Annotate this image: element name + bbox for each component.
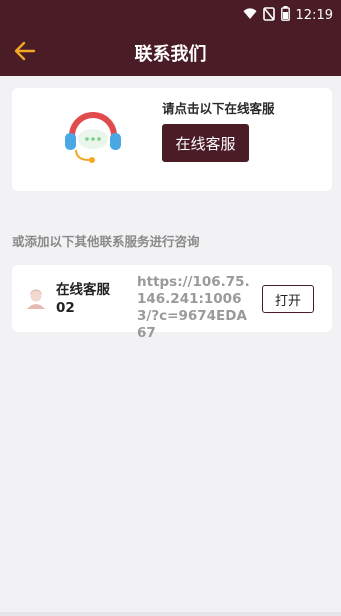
headset-icon xyxy=(62,106,124,166)
agent-avatar-icon xyxy=(26,288,46,310)
open-button[interactable]: 打开 xyxy=(262,285,314,313)
contact-list-item: 在线客服02 https://106.75.146.241:10063/?c=9… xyxy=(12,265,332,341)
status-bar: 12:19 xyxy=(0,0,341,30)
status-icons: 12:19 xyxy=(243,6,333,25)
other-contacts-label: 或添加以下其他联系服务进行咨询 xyxy=(12,234,200,249)
online-service-button[interactable]: 在线客服 xyxy=(162,124,249,162)
arrow-left-icon xyxy=(14,41,36,65)
back-button[interactable] xyxy=(12,40,38,66)
bottom-edge xyxy=(0,612,341,616)
no-sim-icon xyxy=(262,6,275,25)
contact-name: 在线客服02 xyxy=(56,282,110,316)
app-bar: 联系我们 xyxy=(0,30,341,76)
status-time: 12:19 xyxy=(295,8,333,23)
online-service-prompt: 请点击以下在线客服 xyxy=(162,101,275,116)
page-title: 联系我们 xyxy=(134,44,207,65)
contact-url: https://106.75.146.241:10063/?c=9674EDA6… xyxy=(137,274,250,341)
battery-icon xyxy=(280,6,290,25)
online-service-card: 请点击以下在线客服 在线客服 xyxy=(12,88,332,191)
wifi-icon xyxy=(243,7,257,24)
